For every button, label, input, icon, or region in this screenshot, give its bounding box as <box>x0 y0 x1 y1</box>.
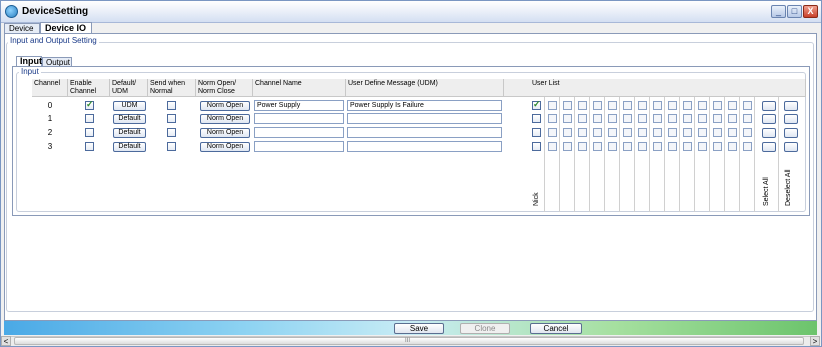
select-all-row-button[interactable] <box>762 142 776 152</box>
select-all-row-button[interactable] <box>762 101 776 111</box>
user-column-divider <box>679 97 689 212</box>
user-nick-checkbox[interactable] <box>532 142 541 151</box>
enable-channel-checkbox[interactable] <box>85 99 94 110</box>
channel-name-input[interactable]: Power Supply <box>254 100 344 111</box>
user-column-divider <box>724 97 734 212</box>
title-bar: DeviceSetting _ □ X <box>1 1 821 23</box>
header-channel: Channel <box>32 79 68 97</box>
enable-channel-checkbox[interactable] <box>85 114 94 123</box>
header-udm: User Define Message (UDM) <box>346 79 504 97</box>
channel-name-input[interactable] <box>254 127 344 138</box>
enable-channel-checkbox[interactable] <box>85 142 94 151</box>
user-column-divider <box>664 97 674 212</box>
user-column-divider <box>544 97 554 212</box>
channel-name-input[interactable] <box>254 141 344 152</box>
default-udm-button[interactable]: UDM <box>113 101 146 111</box>
cancel-button[interactable]: Cancel <box>530 323 582 334</box>
user-column-divider <box>574 97 584 212</box>
user-column-divider <box>649 97 659 212</box>
clone-button[interactable]: Clone <box>460 323 510 334</box>
user-column-divider <box>709 97 719 212</box>
channel-name-input[interactable] <box>254 113 344 124</box>
send-when-normal-checkbox[interactable] <box>167 142 176 151</box>
norm-open-button[interactable]: Norm Open <box>200 128 250 138</box>
default-udm-button[interactable]: Default <box>113 142 146 152</box>
scroll-left-button[interactable]: < <box>1 336 11 346</box>
scroll-grip-icon: III <box>405 338 411 344</box>
user-nick-checkbox[interactable] <box>532 128 541 137</box>
user-column-divider <box>619 97 629 212</box>
udm-input[interactable] <box>347 141 502 152</box>
udm-input[interactable] <box>347 127 502 138</box>
udm-input[interactable] <box>347 113 502 124</box>
deselect-all-label: Deselect All <box>785 169 792 206</box>
select-all-label: Select All <box>763 177 770 206</box>
default-udm-button[interactable]: Default <box>113 128 146 138</box>
close-button[interactable]: X <box>803 5 818 18</box>
user-column-divider <box>559 97 569 212</box>
norm-open-button[interactable]: Norm Open <box>200 142 250 152</box>
scroll-right-button[interactable]: > <box>810 336 820 346</box>
input-group-title: Input <box>19 67 41 76</box>
select-all-row-button[interactable] <box>762 114 776 124</box>
udm-input[interactable]: Power Supply Is Failure <box>347 100 502 111</box>
group-title: Input and Output Setting <box>8 36 99 45</box>
user-nick-checkbox[interactable] <box>532 99 541 110</box>
norm-open-button[interactable]: Norm Open <box>200 114 250 124</box>
norm-open-button[interactable]: Norm Open <box>200 101 250 111</box>
send-when-normal-checkbox[interactable] <box>167 128 176 137</box>
user-column-divider <box>589 97 599 212</box>
channel-number: 2 <box>47 128 53 137</box>
user-column-divider <box>634 97 644 212</box>
channel-number: 0 <box>47 101 53 110</box>
header-user-list: User List <box>530 79 806 97</box>
maximize-button[interactable]: □ <box>787 5 802 18</box>
user-name-label: Nick <box>533 192 540 206</box>
minimize-button[interactable]: _ <box>771 5 786 18</box>
user-nick-checkbox[interactable] <box>532 114 541 123</box>
window-title: DeviceSetting <box>22 6 89 17</box>
user-column-divider <box>739 97 749 212</box>
header-channel-name: Channel Name <box>253 79 346 97</box>
header-spacer <box>504 79 530 97</box>
channel-number: 3 <box>47 142 53 151</box>
user-column-divider <box>604 97 614 212</box>
enable-channel-checkbox[interactable] <box>85 128 94 137</box>
header-send-when-normal: Send when Normal <box>148 79 196 97</box>
select-all-row-button[interactable] <box>762 128 776 138</box>
send-when-normal-checkbox[interactable] <box>167 101 176 110</box>
header-enable-channel: Enable Channel <box>68 79 110 97</box>
default-udm-button[interactable]: Default <box>113 114 146 124</box>
send-when-normal-checkbox[interactable] <box>167 114 176 123</box>
user-column-divider <box>694 97 704 212</box>
channel-number: 1 <box>47 114 53 123</box>
save-button[interactable]: Save <box>394 323 444 334</box>
header-norm-open-close: Norm Open/ Norm Close <box>196 79 253 97</box>
header-default-udm: Default/ UDM <box>110 79 148 97</box>
app-icon <box>5 5 18 18</box>
